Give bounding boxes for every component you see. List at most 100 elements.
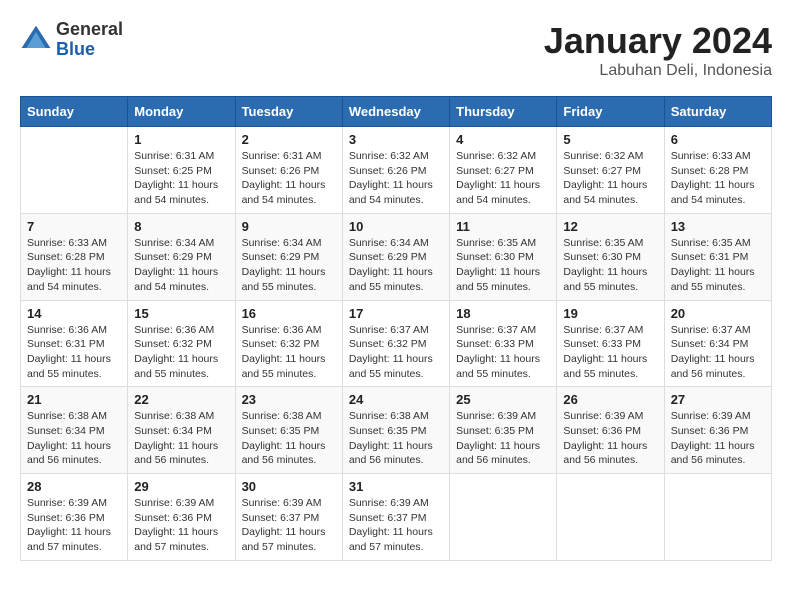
day-cell: 17 Sunrise: 6:37 AM Sunset: 6:32 PM Dayli… [342, 300, 449, 387]
week-row-5: 28Sunrise: 6:39 AM Sunset: 6:36 PM Dayli… [21, 474, 772, 561]
day-info: Sunrise: 6:35 AM Sunset: 6:30 PM Dayligh… [563, 236, 657, 295]
day-number: 31 [349, 479, 443, 494]
day-number: 24 [349, 392, 443, 407]
day-number: 1 [134, 132, 228, 147]
week-row-2: 7 Sunrise: 6:33 AM Sunset: 6:28 PM Daylig… [21, 213, 772, 300]
day-info: Sunrise: 6:39 AM Sunset: 6:36 PM Dayligh… [134, 496, 228, 555]
day-number: 5 [563, 132, 657, 147]
day-number: 6 [671, 132, 765, 147]
day-number: 8 [134, 219, 228, 234]
day-info: Sunrise: 6:32 AM Sunset: 6:26 PM Dayligh… [349, 149, 443, 208]
day-cell: 20 Sunrise: 6:37 AM Sunset: 6:34 PM Dayli… [664, 300, 771, 387]
day-number: 27 [671, 392, 765, 407]
day-cell: 16Sunrise: 6:36 AM Sunset: 6:32 PM Dayli… [235, 300, 342, 387]
day-cell: 4Sunrise: 6:32 AM Sunset: 6:27 PM Daylig… [450, 127, 557, 214]
day-number: 13 [671, 219, 765, 234]
day-cell: 25 Sunrise: 6:39 AM Sunset: 6:35 PM Dayli… [450, 387, 557, 474]
day-number: 19 [563, 306, 657, 321]
month-title: January 2024 [544, 20, 772, 62]
day-number: 10 [349, 219, 443, 234]
day-info: Sunrise: 6:39 AM Sunset: 6:36 PM Dayligh… [563, 409, 657, 468]
day-info: Sunrise: 6:33 AM Sunset: 6:28 PM Dayligh… [671, 149, 765, 208]
day-info: Sunrise: 6:35 AM Sunset: 6:31 PM Dayligh… [671, 236, 765, 295]
day-info: Sunrise: 6:36 AM Sunset: 6:32 PM Dayligh… [242, 323, 336, 382]
day-info: Sunrise: 6:38 AM Sunset: 6:35 PM Dayligh… [242, 409, 336, 468]
day-cell: 11 Sunrise: 6:35 AM Sunset: 6:30 PM Dayli… [450, 213, 557, 300]
day-info: Sunrise: 6:32 AM Sunset: 6:27 PM Dayligh… [563, 149, 657, 208]
day-cell: 21 Sunrise: 6:38 AM Sunset: 6:34 PM Dayli… [21, 387, 128, 474]
day-cell: 27 Sunrise: 6:39 AM Sunset: 6:36 PM Dayli… [664, 387, 771, 474]
week-row-3: 14Sunrise: 6:36 AM Sunset: 6:31 PM Dayli… [21, 300, 772, 387]
day-cell [21, 127, 128, 214]
day-cell: 14Sunrise: 6:36 AM Sunset: 6:31 PM Dayli… [21, 300, 128, 387]
day-number: 30 [242, 479, 336, 494]
day-number: 20 [671, 306, 765, 321]
day-number: 21 [27, 392, 121, 407]
day-cell: 1 Sunrise: 6:31 AM Sunset: 6:25 PM Daylig… [128, 127, 235, 214]
day-number: 26 [563, 392, 657, 407]
day-cell: 26 Sunrise: 6:39 AM Sunset: 6:36 PM Dayli… [557, 387, 664, 474]
day-info: Sunrise: 6:39 AM Sunset: 6:37 PM Dayligh… [349, 496, 443, 555]
day-info: Sunrise: 6:31 AM Sunset: 6:25 PM Dayligh… [134, 149, 228, 208]
day-info: Sunrise: 6:39 AM Sunset: 6:35 PM Dayligh… [456, 409, 550, 468]
day-cell: 3 Sunrise: 6:32 AM Sunset: 6:26 PM Daylig… [342, 127, 449, 214]
week-row-4: 21 Sunrise: 6:38 AM Sunset: 6:34 PM Dayli… [21, 387, 772, 474]
day-info: Sunrise: 6:39 AM Sunset: 6:36 PM Dayligh… [27, 496, 121, 555]
day-number: 12 [563, 219, 657, 234]
weekday-header-monday: Monday [128, 97, 235, 127]
day-number: 3 [349, 132, 443, 147]
day-number: 29 [134, 479, 228, 494]
logo-general: General [56, 20, 123, 40]
day-info: Sunrise: 6:34 AM Sunset: 6:29 PM Dayligh… [349, 236, 443, 295]
title-section: January 2024 Labuhan Deli, Indonesia [544, 20, 772, 80]
day-cell: 12 Sunrise: 6:35 AM Sunset: 6:30 PM Dayli… [557, 213, 664, 300]
day-info: Sunrise: 6:34 AM Sunset: 6:29 PM Dayligh… [242, 236, 336, 295]
weekday-header-friday: Friday [557, 97, 664, 127]
day-info: Sunrise: 6:39 AM Sunset: 6:37 PM Dayligh… [242, 496, 336, 555]
day-cell: 10 Sunrise: 6:34 AM Sunset: 6:29 PM Dayli… [342, 213, 449, 300]
weekday-header-thursday: Thursday [450, 97, 557, 127]
day-number: 17 [349, 306, 443, 321]
day-cell: 6 Sunrise: 6:33 AM Sunset: 6:28 PM Daylig… [664, 127, 771, 214]
day-number: 2 [242, 132, 336, 147]
day-info: Sunrise: 6:35 AM Sunset: 6:30 PM Dayligh… [456, 236, 550, 295]
day-number: 22 [134, 392, 228, 407]
logo: General Blue [20, 20, 123, 60]
week-row-1: 1 Sunrise: 6:31 AM Sunset: 6:25 PM Daylig… [21, 127, 772, 214]
location: Labuhan Deli, Indonesia [544, 62, 772, 80]
day-info: Sunrise: 6:36 AM Sunset: 6:32 PM Dayligh… [134, 323, 228, 382]
day-number: 25 [456, 392, 550, 407]
day-number: 11 [456, 219, 550, 234]
logo-blue: Blue [56, 40, 123, 60]
logo-icon [20, 24, 52, 56]
weekday-header-tuesday: Tuesday [235, 97, 342, 127]
day-number: 15 [134, 306, 228, 321]
day-number: 7 [27, 219, 121, 234]
day-cell: 31 Sunrise: 6:39 AM Sunset: 6:37 PM Dayli… [342, 474, 449, 561]
day-info: Sunrise: 6:33 AM Sunset: 6:28 PM Dayligh… [27, 236, 121, 295]
day-info: Sunrise: 6:37 AM Sunset: 6:33 PM Dayligh… [563, 323, 657, 382]
day-cell: 22 Sunrise: 6:38 AM Sunset: 6:34 PM Dayli… [128, 387, 235, 474]
day-cell: 30 Sunrise: 6:39 AM Sunset: 6:37 PM Dayli… [235, 474, 342, 561]
day-info: Sunrise: 6:38 AM Sunset: 6:34 PM Dayligh… [27, 409, 121, 468]
day-number: 18 [456, 306, 550, 321]
day-cell: 15 Sunrise: 6:36 AM Sunset: 6:32 PM Dayli… [128, 300, 235, 387]
day-cell [450, 474, 557, 561]
day-cell: 18Sunrise: 6:37 AM Sunset: 6:33 PM Dayli… [450, 300, 557, 387]
weekday-header-wednesday: Wednesday [342, 97, 449, 127]
day-info: Sunrise: 6:38 AM Sunset: 6:34 PM Dayligh… [134, 409, 228, 468]
weekday-header-saturday: Saturday [664, 97, 771, 127]
day-cell [664, 474, 771, 561]
day-number: 23 [242, 392, 336, 407]
day-cell: 9Sunrise: 6:34 AM Sunset: 6:29 PM Daylig… [235, 213, 342, 300]
day-info: Sunrise: 6:37 AM Sunset: 6:32 PM Dayligh… [349, 323, 443, 382]
logo-text: General Blue [56, 20, 123, 60]
day-cell: 23 Sunrise: 6:38 AM Sunset: 6:35 PM Dayli… [235, 387, 342, 474]
day-info: Sunrise: 6:39 AM Sunset: 6:36 PM Dayligh… [671, 409, 765, 468]
day-info: Sunrise: 6:37 AM Sunset: 6:34 PM Dayligh… [671, 323, 765, 382]
day-cell: 19 Sunrise: 6:37 AM Sunset: 6:33 PM Dayli… [557, 300, 664, 387]
day-info: Sunrise: 6:36 AM Sunset: 6:31 PM Dayligh… [27, 323, 121, 382]
day-info: Sunrise: 6:34 AM Sunset: 6:29 PM Dayligh… [134, 236, 228, 295]
day-cell: 13 Sunrise: 6:35 AM Sunset: 6:31 PM Dayli… [664, 213, 771, 300]
calendar-table: SundayMondayTuesdayWednesdayThursdayFrid… [20, 96, 772, 561]
